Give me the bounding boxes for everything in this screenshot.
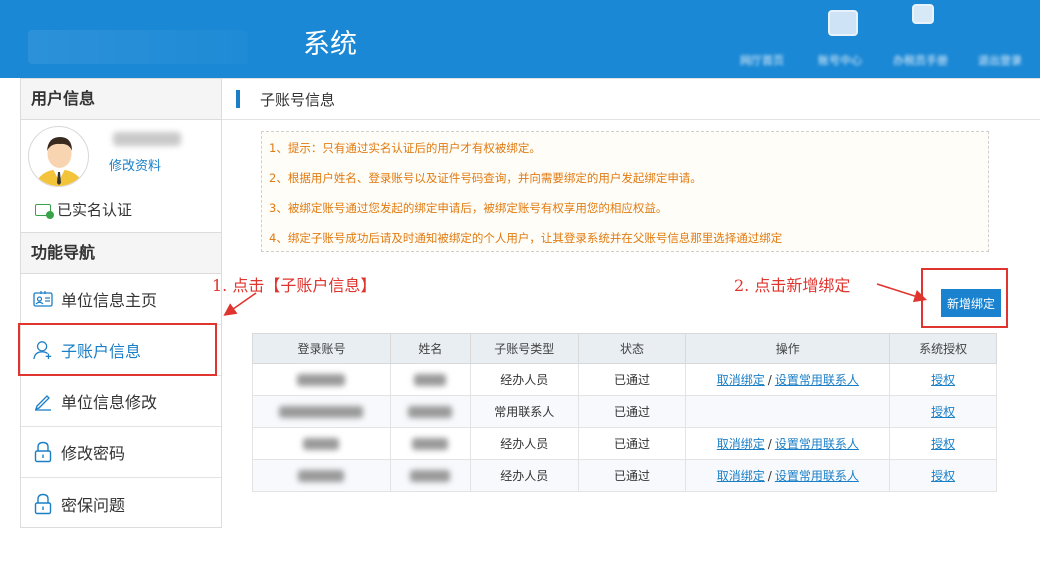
op-separator: /: [767, 373, 772, 387]
cell-name: [389, 459, 471, 492]
cell-login-account: [252, 427, 391, 460]
arrow-to-sidebar: [223, 292, 257, 316]
authorize-link[interactable]: 授权: [931, 437, 955, 451]
cell-login-account: [252, 395, 391, 428]
cell-auth: 授权: [889, 363, 997, 396]
cell-status: 已通过: [577, 363, 687, 396]
unbind-link[interactable]: 取消绑定: [717, 469, 765, 483]
table-header-row: 登录账号 姓名 子账号类型 状态 操作 系统授权: [252, 333, 997, 364]
col-type: 子账号类型: [469, 333, 579, 364]
set-contact-link[interactable]: 设置常用联系人: [775, 437, 859, 451]
table-row: 常用联系人 已通过 授权: [252, 395, 997, 428]
col-actions: 操作: [685, 333, 891, 364]
col-login-account: 登录账号: [252, 333, 391, 364]
unbind-link[interactable]: 取消绑定: [717, 373, 765, 387]
cell-status: 已通过: [577, 395, 687, 428]
arrow-to-button: [876, 283, 928, 303]
cell-auth: 授权: [889, 459, 997, 492]
set-contact-link[interactable]: 设置常用联系人: [775, 373, 859, 387]
authorize-link[interactable]: 授权: [931, 405, 955, 419]
table-row: 经办人员 已通过 取消绑定 / 设置常用联系人 授权: [252, 459, 997, 492]
table-row: 经办人员 已通过 取消绑定 / 设置常用联系人 授权: [252, 363, 997, 396]
col-status: 状态: [577, 333, 687, 364]
op-separator: /: [767, 469, 772, 483]
cell-type: 经办人员: [469, 363, 579, 396]
cell-type: 经办人员: [469, 459, 579, 492]
cell-login-account: [252, 363, 391, 396]
cell-type: 常用联系人: [469, 395, 579, 428]
cell-login-account: [252, 459, 391, 492]
cell-auth: 授权: [889, 427, 997, 460]
unbind-link[interactable]: 取消绑定: [717, 437, 765, 451]
authorize-link[interactable]: 授权: [931, 373, 955, 387]
cell-actions: 取消绑定 / 设置常用联系人: [685, 459, 891, 492]
cell-type: 经办人员: [469, 427, 579, 460]
cell-actions: 取消绑定 / 设置常用联系人: [685, 363, 891, 396]
sub-accounts-table: 登录账号 姓名 子账号类型 状态 操作 系统授权 经办人员 已通过 取消绑定 / 设…: [252, 333, 997, 492]
cell-status: 已通过: [577, 427, 687, 460]
cell-name: [389, 395, 471, 428]
cell-actions: 取消绑定 / 设置常用联系人: [685, 427, 891, 460]
set-contact-link[interactable]: 设置常用联系人: [775, 469, 859, 483]
cell-name: [389, 363, 471, 396]
op-separator: /: [767, 437, 772, 451]
cell-actions: [685, 395, 891, 428]
cell-auth: 授权: [889, 395, 997, 428]
add-binding-button[interactable]: 新增绑定: [941, 289, 1001, 317]
col-authorization: 系统授权: [889, 333, 997, 364]
table-row: 经办人员 已通过 取消绑定 / 设置常用联系人 授权: [252, 427, 997, 460]
authorize-link[interactable]: 授权: [931, 469, 955, 483]
cell-status: 已通过: [577, 459, 687, 492]
col-name: 姓名: [389, 333, 471, 364]
cell-name: [389, 427, 471, 460]
